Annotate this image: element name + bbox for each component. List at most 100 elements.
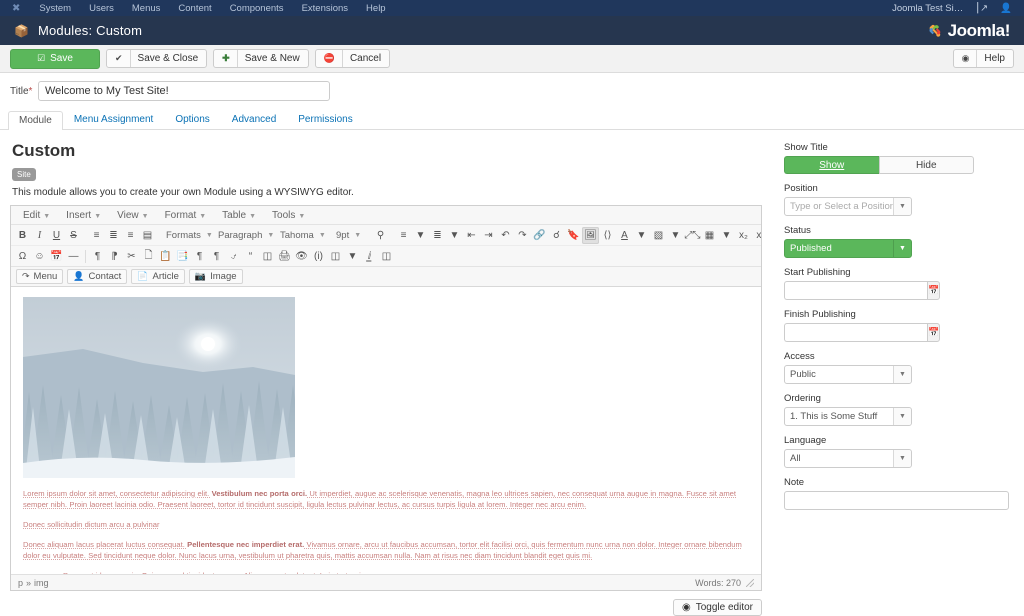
editor-menu-insert[interactable]: Insert ▼ bbox=[58, 210, 109, 221]
link-icon[interactable]: 🔗 bbox=[531, 227, 548, 244]
font-size-dropdown[interactable]: 9pt ▼ bbox=[332, 227, 372, 244]
print-icon[interactable]: 🖨 bbox=[276, 248, 293, 265]
editor-menu-format[interactable]: Format ▼ bbox=[157, 210, 215, 221]
inline-link[interactable]: Donec sollicitudin dictum arcu a pulvina… bbox=[23, 520, 160, 529]
save-and-new-button[interactable]: ✚ Save & New bbox=[213, 49, 309, 68]
align-left-icon[interactable]: ≡ bbox=[88, 227, 105, 244]
bullet-list-icon[interactable]: ≡ bbox=[395, 227, 412, 244]
editor-menu-edit[interactable]: Edit ▼ bbox=[15, 210, 58, 221]
insert-contact-button[interactable]: 👤 Contact bbox=[67, 269, 128, 284]
toggle-editor-button[interactable]: ◉ Toggle editor bbox=[673, 599, 762, 616]
tab-permissions[interactable]: Permissions bbox=[287, 110, 363, 129]
status-select[interactable]: Published ▼ bbox=[784, 239, 912, 258]
text-color-caret-icon[interactable]: ▼ bbox=[633, 227, 650, 244]
user-icon[interactable]: 👤 bbox=[994, 3, 1018, 14]
image-icon[interactable]: 🖼 bbox=[582, 226, 599, 244]
redo-icon[interactable]: ↷ bbox=[514, 227, 531, 244]
align-right-icon[interactable]: ≡ bbox=[122, 227, 139, 244]
joomla-brand-icon[interactable]: ✖ bbox=[12, 3, 20, 14]
access-select[interactable]: Public ▼ bbox=[784, 365, 912, 384]
formats-dropdown[interactable]: Formats ▼ bbox=[162, 227, 214, 244]
editor-menu-table[interactable]: Table ▼ bbox=[214, 210, 264, 221]
table-icon[interactable]: ▦ bbox=[701, 227, 718, 244]
editor-menu-tools[interactable]: Tools ▼ bbox=[264, 210, 313, 221]
snow-covered-pine-forest-photo[interactable] bbox=[23, 297, 295, 478]
italic-button[interactable]: I bbox=[31, 227, 48, 244]
paragraph-dropdown[interactable]: Paragraph ▼ bbox=[214, 227, 276, 244]
chevron-down-icon[interactable]: ▼ bbox=[893, 408, 911, 425]
underline-button[interactable]: U bbox=[48, 227, 65, 244]
show-blocks-icon[interactable]: ¶ bbox=[191, 248, 208, 265]
template-icon[interactable]: ◫ bbox=[327, 248, 344, 265]
show-title-show-button[interactable]: Show bbox=[784, 156, 879, 174]
insert-image-button[interactable]: 📷 Image bbox=[188, 269, 243, 284]
strikethrough-button[interactable]: S bbox=[65, 227, 82, 244]
editor-resize-handle[interactable] bbox=[746, 578, 754, 587]
editor-menu-view[interactable]: View ▼ bbox=[109, 210, 156, 221]
chevron-down-icon[interactable]: ▼ bbox=[893, 198, 911, 215]
undo-icon[interactable]: ↶ bbox=[497, 227, 514, 244]
page-break-icon[interactable]: ◫ bbox=[259, 248, 276, 265]
table-caret-icon[interactable]: ▼ bbox=[718, 227, 735, 244]
help-button[interactable]: ◉ Help bbox=[952, 49, 1014, 68]
paste-icon[interactable]: 📋 bbox=[157, 248, 174, 265]
menu-item-menus[interactable]: Menus bbox=[123, 3, 170, 14]
title-input[interactable] bbox=[38, 81, 330, 101]
cite-icon[interactable]: (i) bbox=[310, 248, 327, 265]
find-replace-icon[interactable]: ⚲ bbox=[372, 227, 389, 244]
remove-format-icon[interactable]: ⅈ̲ bbox=[361, 248, 378, 265]
start-publishing-input[interactable] bbox=[784, 281, 927, 300]
paragraph-mark-icon[interactable]: ¶ bbox=[208, 248, 225, 265]
tab-advanced[interactable]: Advanced bbox=[221, 110, 287, 129]
template-caret-icon[interactable]: ▼ bbox=[344, 248, 361, 265]
emoticon-icon[interactable]: ☺ bbox=[31, 248, 48, 265]
element-path-leaf[interactable]: img bbox=[34, 578, 49, 588]
indent-icon[interactable]: ⇥ bbox=[480, 227, 497, 244]
font-family-dropdown[interactable]: Tahoma ▼ bbox=[276, 227, 332, 244]
insert-menu-button[interactable]: ↷ Menu bbox=[16, 269, 64, 284]
menu-item-help[interactable]: Help bbox=[357, 3, 395, 14]
show-title-hide-button[interactable]: Hide bbox=[878, 156, 974, 174]
menu-item-content[interactable]: Content bbox=[169, 3, 220, 14]
background-color-icon[interactable]: ▧ bbox=[650, 227, 667, 244]
menu-item-components[interactable]: Components bbox=[221, 3, 293, 14]
source-code-icon[interactable]: ⟨⟩ bbox=[599, 227, 616, 244]
superscript-icon[interactable]: x² bbox=[752, 227, 761, 244]
unlink-icon[interactable]: ☌ bbox=[548, 227, 565, 244]
subscript-icon[interactable]: x₂ bbox=[735, 227, 752, 244]
finish-publishing-input[interactable] bbox=[784, 323, 927, 342]
text-color-icon[interactable]: A bbox=[616, 227, 633, 244]
save-button[interactable]: ☑ Save bbox=[10, 48, 100, 69]
note-input[interactable] bbox=[784, 491, 1009, 510]
editor-content-area[interactable]: Lorem ipsum dolor sit amet, consectetur … bbox=[11, 287, 761, 574]
chevron-down-icon[interactable]: ▼ bbox=[893, 240, 911, 257]
fullscreen-icon[interactable]: ⤢⤡ bbox=[684, 227, 701, 244]
position-select[interactable]: Type or Select a Position ▼ bbox=[784, 197, 912, 216]
visual-aid-icon[interactable]: ◫ bbox=[378, 248, 395, 265]
element-path-root[interactable]: p bbox=[18, 578, 23, 588]
copy-icon[interactable]: 🗋 bbox=[140, 248, 157, 265]
insert-article-button[interactable]: 📄 Article bbox=[131, 269, 185, 284]
horizontal-rule-icon[interactable]: — bbox=[65, 248, 82, 265]
menu-item-extensions[interactable]: Extensions bbox=[293, 3, 357, 14]
tab-menu-assignment[interactable]: Menu Assignment bbox=[63, 110, 165, 129]
outdent-icon[interactable]: ⇤ bbox=[463, 227, 480, 244]
calendar-icon[interactable]: 📅 bbox=[927, 323, 941, 342]
tab-module[interactable]: Module bbox=[8, 111, 63, 130]
ordering-select[interactable]: 1. This is Some Stuff ▼ bbox=[784, 407, 912, 426]
chevron-down-icon[interactable]: ▼ bbox=[893, 450, 911, 467]
numbered-list-icon[interactable]: ≣ bbox=[429, 227, 446, 244]
save-and-close-button[interactable]: ✔ Save & Close bbox=[106, 49, 208, 68]
align-justify-icon[interactable]: ▤ bbox=[139, 227, 156, 244]
calendar-icon[interactable]: 📅 bbox=[927, 281, 941, 300]
bullet-list-caret-icon[interactable]: ▼ bbox=[412, 227, 429, 244]
background-color-caret-icon[interactable]: ▼ bbox=[667, 227, 684, 244]
preview-eye-icon[interactable]: 👁 bbox=[293, 248, 310, 265]
omega-special-character-icon[interactable]: Ω bbox=[14, 248, 31, 265]
site-name-label[interactable]: Joomla Test Si… bbox=[886, 3, 969, 14]
menu-item-system[interactable]: System bbox=[30, 3, 80, 14]
nonbreaking-space-icon[interactable]: ⍻ bbox=[225, 248, 242, 265]
align-center-icon[interactable]: ≣ bbox=[105, 227, 122, 244]
right-to-left-icon[interactable]: ⁋ bbox=[106, 248, 123, 265]
paste-as-text-icon[interactable]: 📑 bbox=[174, 248, 191, 265]
